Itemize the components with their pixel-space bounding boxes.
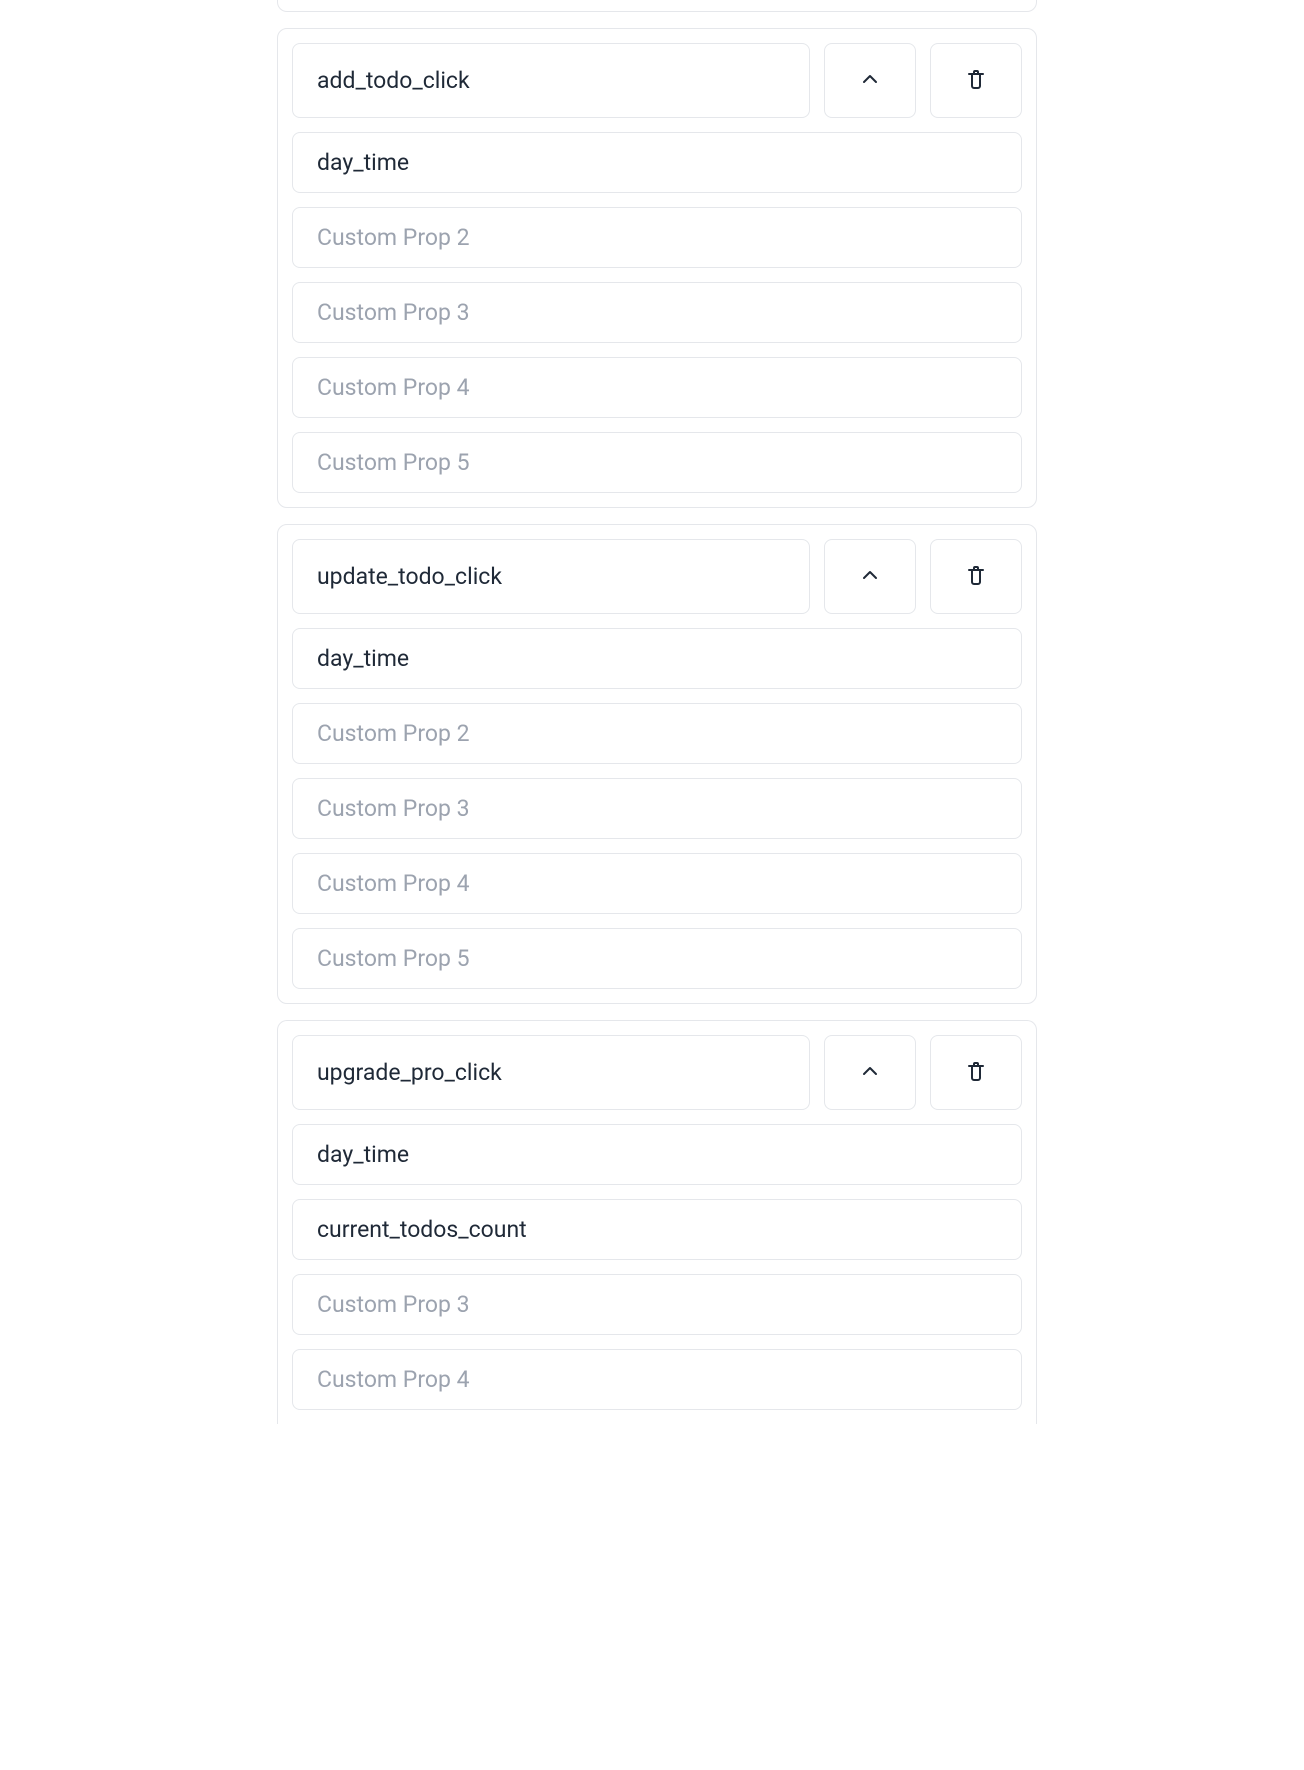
delete-button[interactable] [930,43,1022,118]
prop-input-2[interactable] [292,1199,1022,1260]
prop-input-4[interactable] [292,357,1022,418]
prop-input-4[interactable] [292,853,1022,914]
prop-input-3[interactable] [292,282,1022,343]
prop-input-2[interactable] [292,703,1022,764]
chevron-up-icon [858,67,882,94]
prop-input-2[interactable] [292,207,1022,268]
trash-icon [964,1059,988,1086]
trash-icon [964,67,988,94]
trash-icon [964,563,988,590]
event-name-input[interactable] [292,1035,810,1110]
collapse-button[interactable] [824,43,916,118]
delete-button[interactable] [930,539,1022,614]
event-header-row [292,1035,1022,1110]
event-card-partial [277,0,1037,12]
event-card [277,28,1037,508]
prop-input-3[interactable] [292,778,1022,839]
collapse-button[interactable] [824,539,916,614]
prop-input-1[interactable] [292,132,1022,193]
prop-input-4[interactable] [292,1349,1022,1410]
event-header-row [292,539,1022,614]
prop-input-5[interactable] [292,928,1022,989]
prop-input-1[interactable] [292,628,1022,689]
event-name-input[interactable] [292,539,810,614]
event-card [277,524,1037,1004]
chevron-up-icon [858,563,882,590]
event-card [277,1020,1037,1424]
collapse-button[interactable] [824,1035,916,1110]
prop-input-5[interactable] [292,432,1022,493]
event-name-input[interactable] [292,43,810,118]
prop-input-1[interactable] [292,1124,1022,1185]
prop-input-3[interactable] [292,1274,1022,1335]
delete-button[interactable] [930,1035,1022,1110]
chevron-up-icon [858,1059,882,1086]
event-header-row [292,43,1022,118]
